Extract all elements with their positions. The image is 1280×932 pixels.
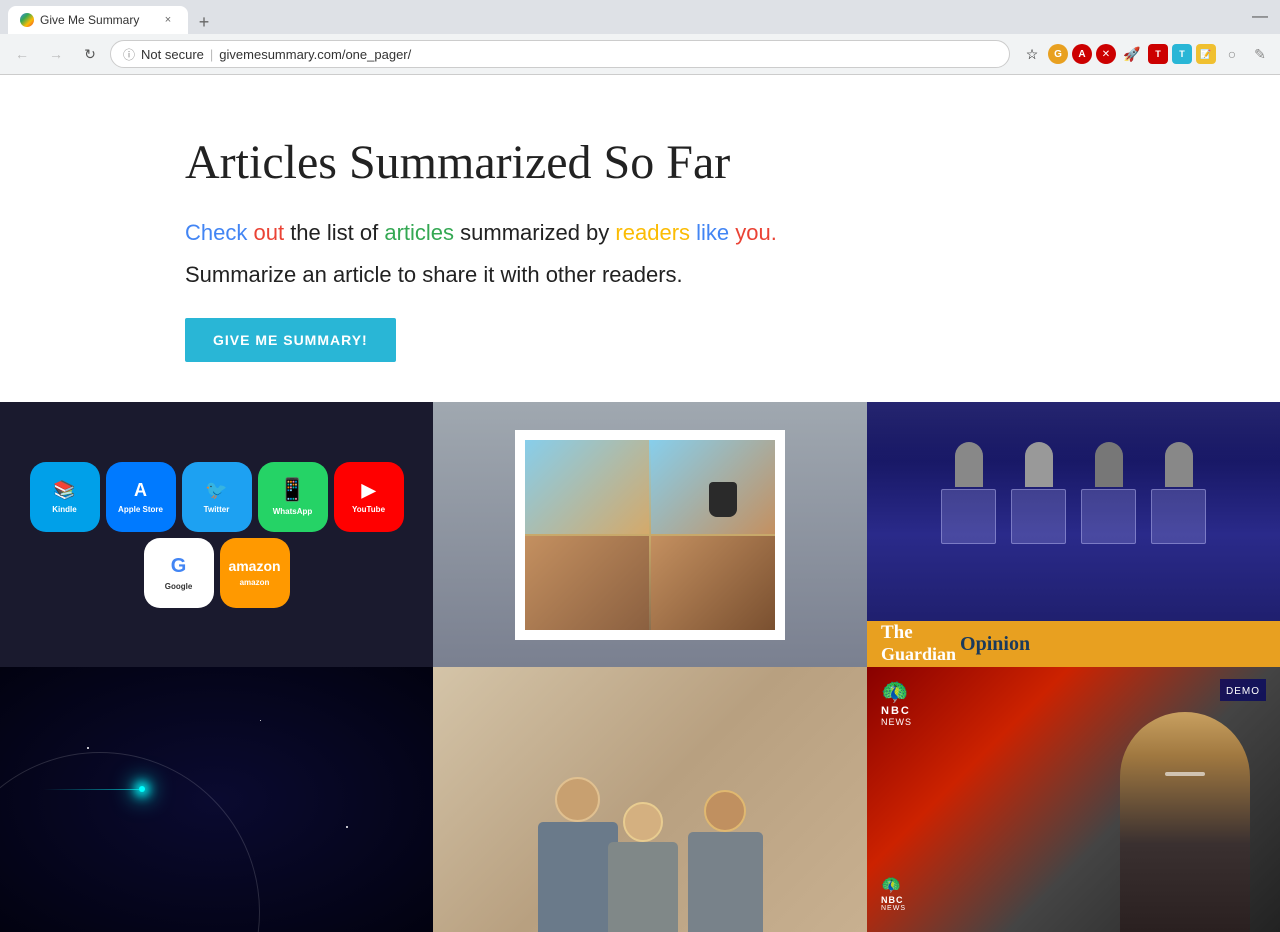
page-title: Articles Summarized So Far [185, 135, 1095, 190]
forward-button[interactable]: → [42, 40, 70, 68]
active-tab[interactable]: Give Me Summary × [8, 6, 188, 34]
space-arc [0, 752, 260, 932]
wall-lamp [709, 482, 737, 517]
ext-icon-3[interactable]: ✕ [1096, 44, 1116, 64]
necklace [1165, 772, 1205, 776]
twitter-icon: 🐦 Twitter [182, 462, 252, 532]
tab-title: Give Me Summary [40, 13, 154, 27]
browser-chrome: Give Me Summary × + — ← → ↻ ⓘ Not secure… [0, 0, 1280, 75]
nbc-logo: 🦚 NBC NEWS [881, 679, 912, 727]
podiums-row [867, 402, 1280, 594]
kindle-label: Kindle [52, 505, 76, 514]
google-icon: G Google [144, 538, 214, 608]
title-bar: Give Me Summary × + — [0, 0, 1280, 34]
debate-image: TheGuardian Opinion [867, 402, 1280, 667]
google-label: Google [165, 582, 193, 591]
window-image [433, 402, 867, 667]
ext-icon-9[interactable]: ✎ [1248, 42, 1272, 66]
address-bar-row: ← → ↻ ⓘ Not secure | givemesummary.com/o… [0, 34, 1280, 74]
whatsapp-icon: 📱 WhatsApp [258, 462, 328, 532]
twitter-label: Twitter [204, 505, 230, 514]
subtitle1-you: you. [735, 220, 777, 245]
apps-image: 📚 Kindle A Apple Store 🐦 Twitter 📱 Whats… [0, 402, 433, 667]
subtitle1-check: Check [185, 220, 253, 245]
ext-icon-1[interactable]: G [1048, 44, 1068, 64]
youtube-icon: ▶ YouTube [334, 462, 404, 532]
apple-store-label: Apple Store [118, 505, 163, 514]
news-text: NEWS [881, 717, 912, 727]
back-button[interactable]: ← [8, 40, 36, 68]
subtitle1: Check out the list of articles summarize… [185, 220, 1095, 246]
subtitle1-readers: readers [615, 220, 696, 245]
bookmark-star-icon[interactable]: ☆ [1020, 42, 1044, 66]
demo-text: DEMO [1226, 686, 1260, 697]
security-icon: ⓘ [123, 46, 135, 63]
tab-favicon [20, 13, 34, 27]
comet-trail [43, 789, 138, 790]
nbc-logo-bottom: 🦚 NBC NEWS [881, 875, 906, 912]
window-glass [525, 440, 775, 630]
kindle-icon: 📚 Kindle [30, 462, 100, 532]
guardian-opinion-text: Opinion [960, 633, 1030, 656]
amazon-icon: amazon amazon [220, 538, 290, 608]
ext-icon-2[interactable]: A [1072, 44, 1092, 64]
space-star [139, 786, 145, 792]
tab-close-button[interactable]: × [160, 12, 176, 28]
subtitle1-articles: articles [384, 220, 460, 245]
give-summary-button[interactable]: GIVE ME SUMMARY! [185, 318, 396, 362]
person-2 [608, 802, 678, 932]
subtitle1-the: the list of [290, 220, 384, 245]
subtitle2: Summarize an article to share it with ot… [185, 262, 1095, 288]
youtube-label: YouTube [352, 505, 385, 514]
ext-icon-6[interactable]: T [1172, 44, 1192, 64]
podium-2 [1009, 442, 1069, 544]
image-grid: 📚 Kindle A Apple Store 🐦 Twitter 📱 Whats… [0, 402, 1280, 932]
ext-icon-4[interactable]: 🚀 [1120, 42, 1144, 66]
address-bar[interactable]: ⓘ Not secure | givemesummary.com/one_pag… [110, 40, 1010, 68]
subtitle1-like: like [696, 220, 735, 245]
tab-area: Give Me Summary × + [8, 0, 216, 34]
subtitle1-out: out [253, 220, 290, 245]
ext-icon-8[interactable]: ○ [1220, 42, 1244, 66]
peacock-icon-bottom: 🦚 [881, 875, 906, 895]
amazon-label: amazon [240, 578, 270, 587]
ext-icon-5[interactable]: T [1148, 44, 1168, 64]
subtitle1-summarized: summarized by [460, 220, 615, 245]
podium-3 [1079, 442, 1139, 544]
window-frame [515, 430, 785, 640]
url-security-label: Not secure [141, 47, 204, 62]
page-content: Articles Summarized So Far Check out the… [0, 75, 1280, 932]
person-3 [688, 790, 763, 932]
whatsapp-label: WhatsApp [273, 507, 313, 516]
toolbar-icons: ☆ G A ✕ 🚀 T T 📝 ○ ✎ [1020, 42, 1272, 66]
demo-banner: DEMO [1220, 679, 1266, 701]
minimize-button[interactable]: — [1248, 8, 1272, 26]
figure-silhouette [1120, 712, 1250, 932]
peacock-icon: 🦚 [881, 679, 912, 705]
reload-button[interactable]: ↻ [76, 40, 104, 68]
person-1 [538, 777, 618, 932]
apple-store-icon: A Apple Store [106, 462, 176, 532]
news-text-bottom: NEWS [881, 905, 906, 912]
url-separator: | [210, 47, 213, 62]
podium-1 [939, 442, 999, 544]
nbc-text-bottom: NBC [881, 895, 906, 905]
window-controls: — [1248, 8, 1272, 26]
guardian-banner: TheGuardian Opinion [867, 621, 1280, 667]
guardian-text: TheGuardian [881, 622, 956, 666]
new-tab-button[interactable]: + [192, 10, 216, 34]
nbc-text: NBC [881, 705, 912, 717]
ext-icon-7[interactable]: 📝 [1196, 44, 1216, 64]
hero-section: Articles Summarized So Far Check out the… [0, 75, 1280, 402]
podium-4 [1149, 442, 1209, 544]
url-display: givemesummary.com/one_pager/ [219, 47, 411, 62]
